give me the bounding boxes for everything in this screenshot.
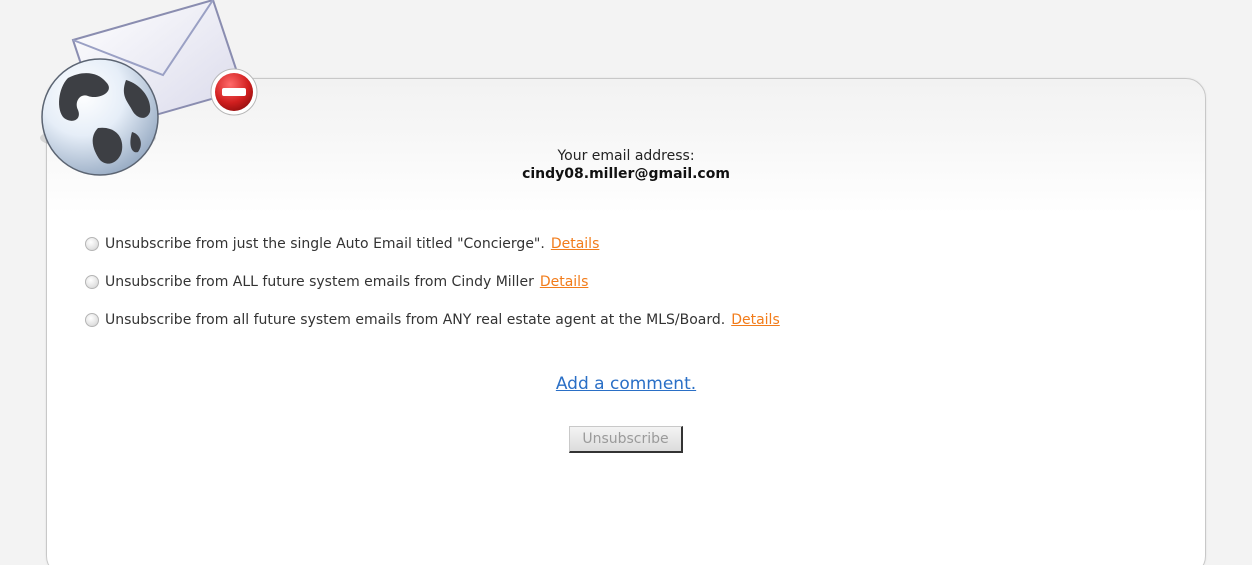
unsubscribe-page: Your email address: cindy08.miller@gmail… <box>0 0 1252 565</box>
email-address-block: Your email address: cindy08.miller@gmail… <box>0 147 1252 183</box>
details-link[interactable]: Details <box>540 274 589 290</box>
no-entry-icon <box>210 68 258 116</box>
comment-section: Add a comment. <box>0 374 1252 394</box>
option-single-email: Unsubscribe from just the single Auto Em… <box>85 232 780 256</box>
option-label: Unsubscribe from ALL future system email… <box>105 274 534 290</box>
email-label: Your email address: <box>557 148 695 164</box>
unsubscribe-button[interactable]: Unsubscribe <box>569 426 683 453</box>
button-row: Unsubscribe <box>0 426 1252 453</box>
unsubscribe-options: Unsubscribe from just the single Auto Em… <box>85 232 780 346</box>
option-label: Unsubscribe from all future system email… <box>105 312 726 328</box>
email-value: cindy08.miller@gmail.com <box>522 166 730 182</box>
details-link[interactable]: Details <box>551 236 600 252</box>
add-comment-link[interactable]: Add a comment. <box>556 374 696 394</box>
radio-all-from-any-agent[interactable] <box>85 313 99 327</box>
details-link[interactable]: Details <box>731 312 780 328</box>
option-all-from-any-agent: Unsubscribe from all future system email… <box>85 308 780 332</box>
radio-single-email[interactable] <box>85 237 99 251</box>
radio-all-from-agent[interactable] <box>85 275 99 289</box>
option-label: Unsubscribe from just the single Auto Em… <box>105 236 545 252</box>
option-all-from-agent: Unsubscribe from ALL future system email… <box>85 270 780 294</box>
